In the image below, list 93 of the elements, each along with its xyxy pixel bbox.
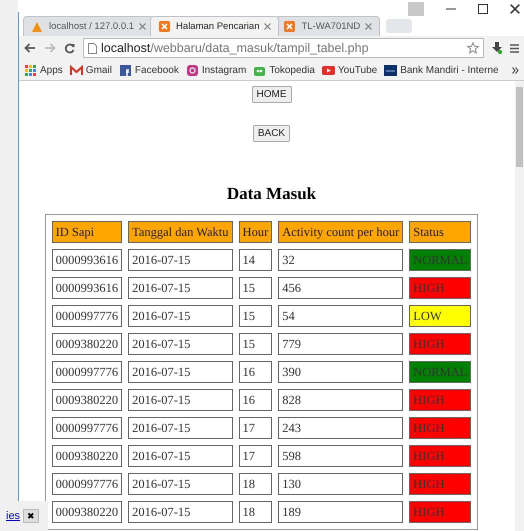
status-cell: HIGH — [409, 473, 472, 495]
table-cell: 2016-07-15 — [128, 333, 233, 355]
bookmark-link[interactable]: Gmail — [86, 64, 112, 76]
table-cell: 2016-07-15 — [128, 417, 233, 439]
menu-icon[interactable] — [510, 44, 519, 52]
table-cell: 2016-07-15 — [128, 361, 233, 383]
chevron-icon[interactable] — [512, 66, 519, 74]
bookmark-link[interactable]: Facebook — [134, 64, 179, 76]
table-cell: 0000993616 — [52, 249, 122, 271]
table-cell: 189 — [278, 501, 404, 523]
close-button[interactable]: ✖ — [23, 509, 40, 523]
table-cell: 16 — [238, 361, 272, 383]
triangle-icon — [31, 20, 44, 33]
star-icon[interactable] — [467, 42, 479, 54]
table-cell: 130 — [278, 473, 404, 495]
table-cell: 17 — [238, 417, 272, 439]
status-cell: HIGH — [409, 445, 472, 467]
table-cell: 15 — [238, 277, 272, 299]
status-cell: NORMAL — [409, 249, 472, 271]
table-cell: 828 — [278, 389, 404, 411]
close-icon[interactable] — [510, 4, 520, 14]
table-cell: 0000997776 — [52, 305, 122, 327]
table-cell: 0000997776 — [52, 417, 122, 439]
bookmark-link[interactable]: Tokopedia — [269, 64, 315, 76]
status-cell: HIGH — [409, 389, 472, 411]
page-heading: Data Masuk — [226, 184, 316, 204]
grid-icon — [24, 64, 37, 76]
bookmark-link[interactable]: Bank Mandiri - Interne — [400, 64, 499, 76]
table-cell: 0009380220 — [52, 445, 122, 467]
table-cell: 17 — [238, 445, 272, 467]
table-cell: 0000993616 — [52, 277, 122, 299]
scrollbar[interactable] — [515, 81, 524, 531]
table-cell: 15 — [238, 305, 272, 327]
table-cell: 2016-07-15 — [128, 501, 233, 523]
table-cell: 243 — [278, 417, 404, 439]
status-cell: HIGH — [409, 333, 472, 355]
close-tab-icon[interactable] — [365, 23, 372, 30]
table-cell: 598 — [278, 445, 404, 467]
table-cell: 2016-07-15 — [128, 445, 233, 467]
page-icon — [88, 42, 97, 54]
table-cell: 2016-07-15 — [128, 389, 233, 411]
table-cell: 0009380220 — [52, 501, 122, 523]
table-cell: 0000997776 — [52, 473, 122, 495]
bank-icon — [384, 64, 398, 76]
facebook-icon — [118, 64, 132, 76]
address-bar[interactable]: localhost/webbaru/data_masuk/tampil_tabel.php — [83, 38, 484, 58]
download-icon[interactable] — [492, 42, 502, 54]
minimize-icon[interactable] — [446, 8, 456, 10]
table-cell: 0000997776 — [52, 361, 122, 383]
x-logo-icon — [158, 20, 172, 33]
browser-tab[interactable]: TL-WA701ND — [275, 16, 380, 36]
camera-icon — [186, 64, 199, 76]
maximize-icon[interactable] — [478, 4, 488, 14]
table-cell: 390 — [278, 361, 404, 383]
status-cell: HIGH — [409, 501, 472, 523]
table-cell: 15 — [238, 333, 272, 355]
table-cell: 2016-07-15 — [128, 249, 233, 271]
column-header: ID Sapi — [52, 221, 122, 243]
play-icon — [322, 64, 335, 76]
table-cell: 0009380220 — [52, 333, 122, 355]
bookmark-link[interactable]: YouTube — [338, 64, 378, 76]
column-header: Status — [409, 221, 472, 243]
table-cell: 779 — [278, 333, 404, 355]
bookmark-link[interactable]: Instagram — [202, 64, 246, 76]
table-cell: 18 — [238, 501, 272, 523]
back-arrow-icon[interactable] — [24, 43, 36, 53]
table-cell: 18 — [238, 473, 272, 495]
reload-icon[interactable] — [64, 42, 75, 54]
nav-button[interactable]: HOME — [252, 86, 292, 103]
close-tab-icon[interactable] — [264, 23, 272, 30]
nav-button[interactable]: BACK — [252, 125, 290, 142]
column-header: Tanggal dan Waktu — [128, 221, 233, 243]
table-cell: 14 — [238, 249, 272, 271]
status-cell: HIGH — [409, 277, 472, 299]
table-cell: 0009380220 — [52, 389, 122, 411]
table-cell: 456 — [278, 277, 404, 299]
mail-icon — [70, 64, 83, 76]
x-logo-icon — [283, 20, 296, 33]
column-header: Activity count per hour — [278, 221, 404, 243]
table-cell: 54 — [278, 305, 404, 327]
status-cell: HIGH — [409, 417, 472, 439]
table-cell: 2016-07-15 — [128, 305, 233, 327]
status-cell: NORMAL — [409, 361, 472, 383]
bookmark-link[interactable]: Apps — [40, 64, 63, 76]
link[interactable]: ies — [6, 510, 20, 522]
status-cell: LOW — [409, 305, 472, 327]
table-cell: 16 — [238, 389, 272, 411]
table-cell: 2016-07-15 — [128, 277, 233, 299]
column-header: Hour — [238, 221, 272, 243]
table-cell: 2016-07-15 — [128, 473, 233, 495]
close-tab-icon[interactable] — [139, 23, 146, 30]
table-cell: 32 — [278, 249, 404, 271]
browser-tab[interactable]: Halaman Pencarian — [150, 16, 280, 36]
